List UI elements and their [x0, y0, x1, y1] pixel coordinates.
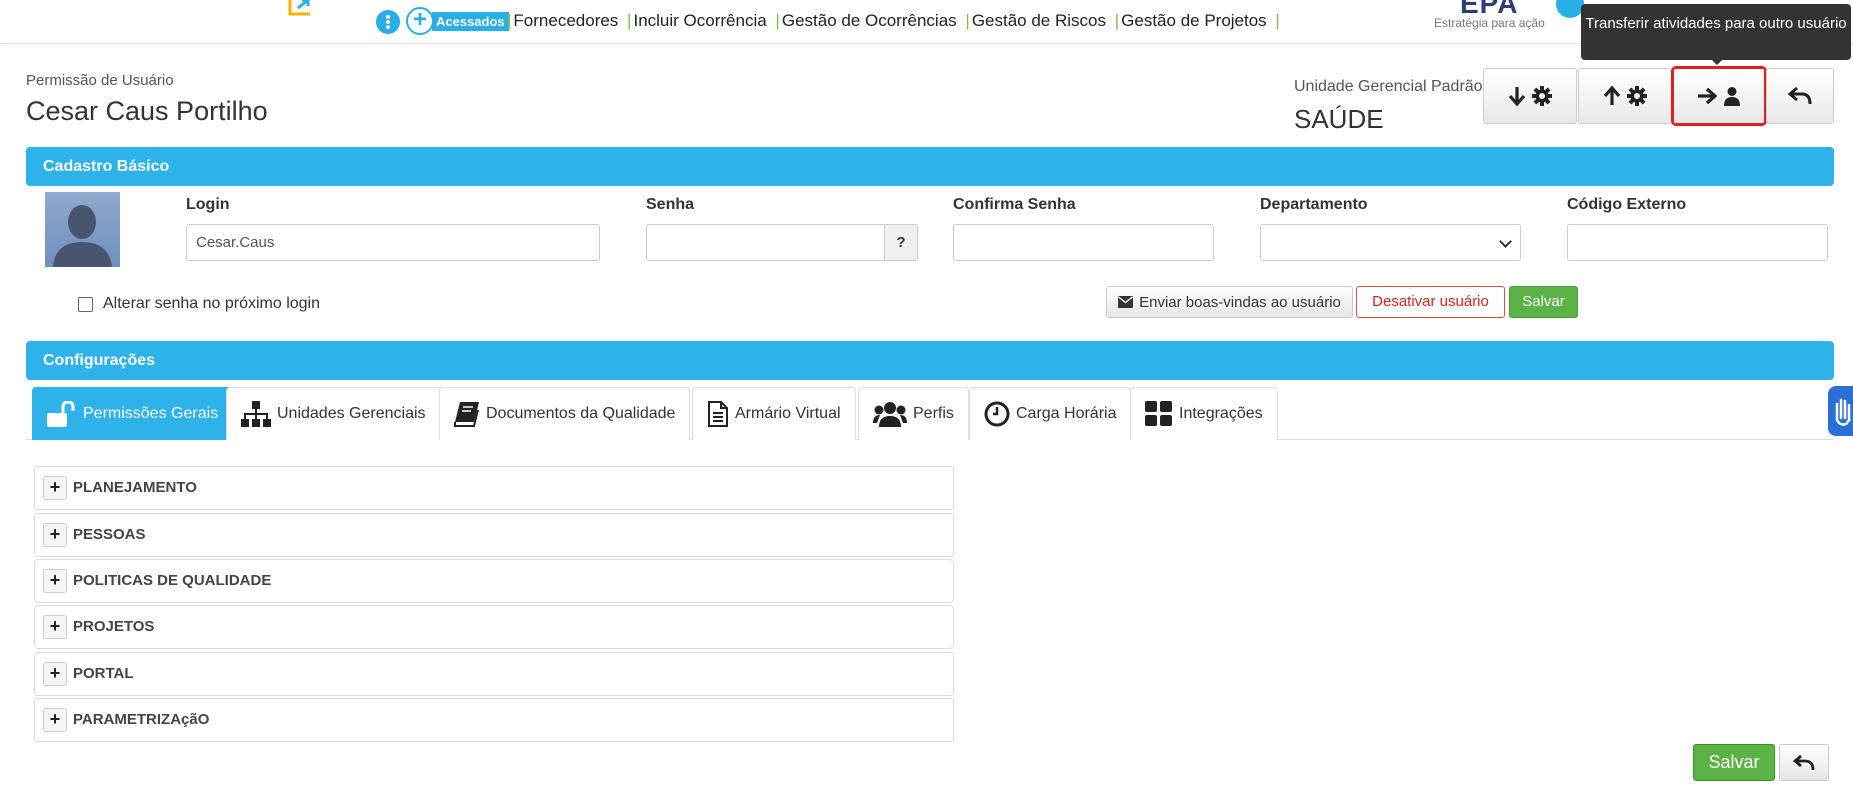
more-options-icon[interactable] [376, 10, 400, 34]
send-welcome-button[interactable]: Enviar boas-vindas ao usuário [1106, 286, 1353, 318]
tooltip: Transferir atividades para outro usuário [1581, 4, 1851, 60]
page-title: Cesar Caus Portilho [26, 96, 268, 126]
users-icon [873, 402, 907, 427]
send-welcome-label: Enviar boas-vindas ao usuário [1139, 293, 1341, 311]
section-parametrizacao[interactable]: + PARAMETRIZAçãO [34, 698, 954, 742]
tab-label: Carga Horária [1016, 405, 1117, 422]
section-label: PESSOAS [73, 526, 146, 543]
arrow-down-icon [1508, 87, 1526, 106]
section-portal[interactable]: + PORTAL [34, 652, 954, 696]
user-silhouette-icon [53, 205, 112, 267]
unidade-gerencial-value: SAÚDE [1294, 104, 1384, 134]
nav-links: | Fornecedores | Incluir Ocorrência | Gestã… [507, 11, 1280, 30]
tab-label: Armário Virtual [735, 405, 841, 422]
tab-perfis[interactable]: Perfis [858, 387, 969, 440]
tab-label: Integrações [1179, 405, 1263, 422]
back-button[interactable] [1766, 68, 1834, 124]
deactivate-user-button[interactable]: Desativar usuário [1356, 286, 1505, 318]
sitemap-icon [241, 401, 271, 427]
nav-link-fornecedores[interactable]: Fornecedores [513, 11, 618, 30]
alterar-senha-checkbox[interactable] [78, 297, 93, 312]
tab-integracoes[interactable]: Integrações [1130, 387, 1278, 440]
back-bottom-button[interactable] [1779, 744, 1829, 781]
departamento-label: Departamento [1260, 196, 1368, 213]
save-button[interactable]: Salvar [1693, 744, 1775, 781]
section-label: PORTAL [73, 665, 134, 682]
gear-icon [1627, 86, 1647, 106]
upload-settings-button[interactable] [1578, 68, 1672, 124]
tooltip-arrow [1710, 58, 1724, 65]
section-label: PROJETOS [73, 618, 155, 635]
chevron-down-icon [1499, 235, 1512, 248]
brand-tagline: Estratégia para ação [1434, 16, 1545, 30]
tab-carga-horaria[interactable]: Carga Horária [969, 387, 1132, 440]
download-settings-button[interactable] [1483, 68, 1577, 124]
nav-link-gestao-projetos[interactable]: Gestão de Projetos [1121, 11, 1267, 30]
acessados-label[interactable]: Acessados [432, 12, 509, 31]
password-help-button[interactable]: ? [884, 224, 918, 261]
brand-logo: EPA Estratégia para ação [1432, 0, 1545, 32]
expand-icon[interactable]: + [43, 615, 67, 639]
document-icon [708, 401, 728, 427]
nav-link-gestao-ocorrencias[interactable]: Gestão de Ocorrências [782, 11, 957, 30]
accessibility-hand-icon[interactable] [1828, 386, 1853, 436]
section-politicas-qualidade[interactable]: + POLITICAS DE QUALIDADE [34, 559, 954, 603]
page-subtitle: Permissão de Usuário [26, 72, 174, 89]
section-pessoas[interactable]: + PESSOAS [34, 513, 954, 557]
tab-permissoes-gerais[interactable]: Permissões Gerais [32, 387, 234, 440]
confirma-senha-input[interactable] [953, 224, 1214, 261]
login-label: Login [186, 196, 230, 213]
section-planejamento[interactable]: + PLANEJAMENTO [34, 466, 954, 510]
section-label: POLITICAS DE QUALIDADE [73, 572, 272, 589]
save-user-button[interactable]: Salvar [1509, 286, 1578, 318]
senha-input[interactable] [646, 224, 885, 261]
user-icon [1724, 87, 1740, 106]
section-projetos[interactable]: + PROJETOS [34, 605, 954, 649]
departamento-select[interactable] [1260, 224, 1521, 261]
envelope-icon [1118, 296, 1134, 308]
expand-icon[interactable]: + [43, 708, 67, 732]
nav-link-incluir-ocorrencia[interactable]: Incluir Ocorrência [633, 11, 766, 30]
clock-icon [984, 401, 1010, 427]
app-logo-icon[interactable] [286, 0, 326, 22]
codigo-externo-input[interactable] [1567, 224, 1828, 261]
confirma-senha-label: Confirma Senha [953, 196, 1076, 213]
expand-icon[interactable]: + [43, 523, 67, 547]
tab-unidades-gerenciais[interactable]: Unidades Gerenciais [226, 387, 441, 440]
arrow-up-icon [1603, 86, 1621, 105]
tab-label: Perfis [913, 405, 954, 422]
configuracoes-header: Configurações [26, 341, 1834, 380]
tab-armario-virtual[interactable]: Armário Virtual [692, 387, 856, 440]
tab-label: Unidades Gerenciais [277, 405, 426, 422]
nav-link-gestao-riscos[interactable]: Gestão de Riscos [972, 11, 1106, 30]
expand-icon[interactable]: + [43, 662, 67, 686]
tab-documentos-qualidade[interactable]: Documentos da Qualidade [439, 387, 691, 440]
login-input[interactable]: Cesar.Caus [186, 224, 600, 261]
expand-icon[interactable]: + [43, 569, 67, 593]
reply-icon [1793, 754, 1815, 770]
cadastro-basico-header: Cadastro Básico [26, 147, 1834, 186]
section-label: PLANEJAMENTO [73, 479, 197, 496]
expand-icon[interactable]: + [43, 476, 67, 500]
transfer-activities-button[interactable] [1673, 68, 1765, 124]
avatar [45, 192, 120, 267]
add-access-icon[interactable]: + [406, 7, 434, 35]
book-icon [454, 402, 479, 427]
section-label: PARAMETRIZAçãO [73, 711, 210, 728]
grid-icon [1145, 401, 1172, 426]
unidade-gerencial-label: Unidade Gerencial Padrão [1294, 78, 1483, 95]
tab-label: Permissões Gerais [83, 405, 219, 422]
senha-label: Senha [646, 196, 695, 213]
tab-label: Documentos da Qualidade [486, 405, 676, 422]
codigo-externo-label: Código Externo [1567, 196, 1687, 213]
alterar-senha-label[interactable]: Alterar senha no próximo login [103, 295, 320, 313]
gear-icon [1532, 86, 1552, 106]
arrow-right-icon [1698, 87, 1717, 105]
unlock-icon [47, 401, 75, 427]
reply-icon [1788, 86, 1812, 105]
